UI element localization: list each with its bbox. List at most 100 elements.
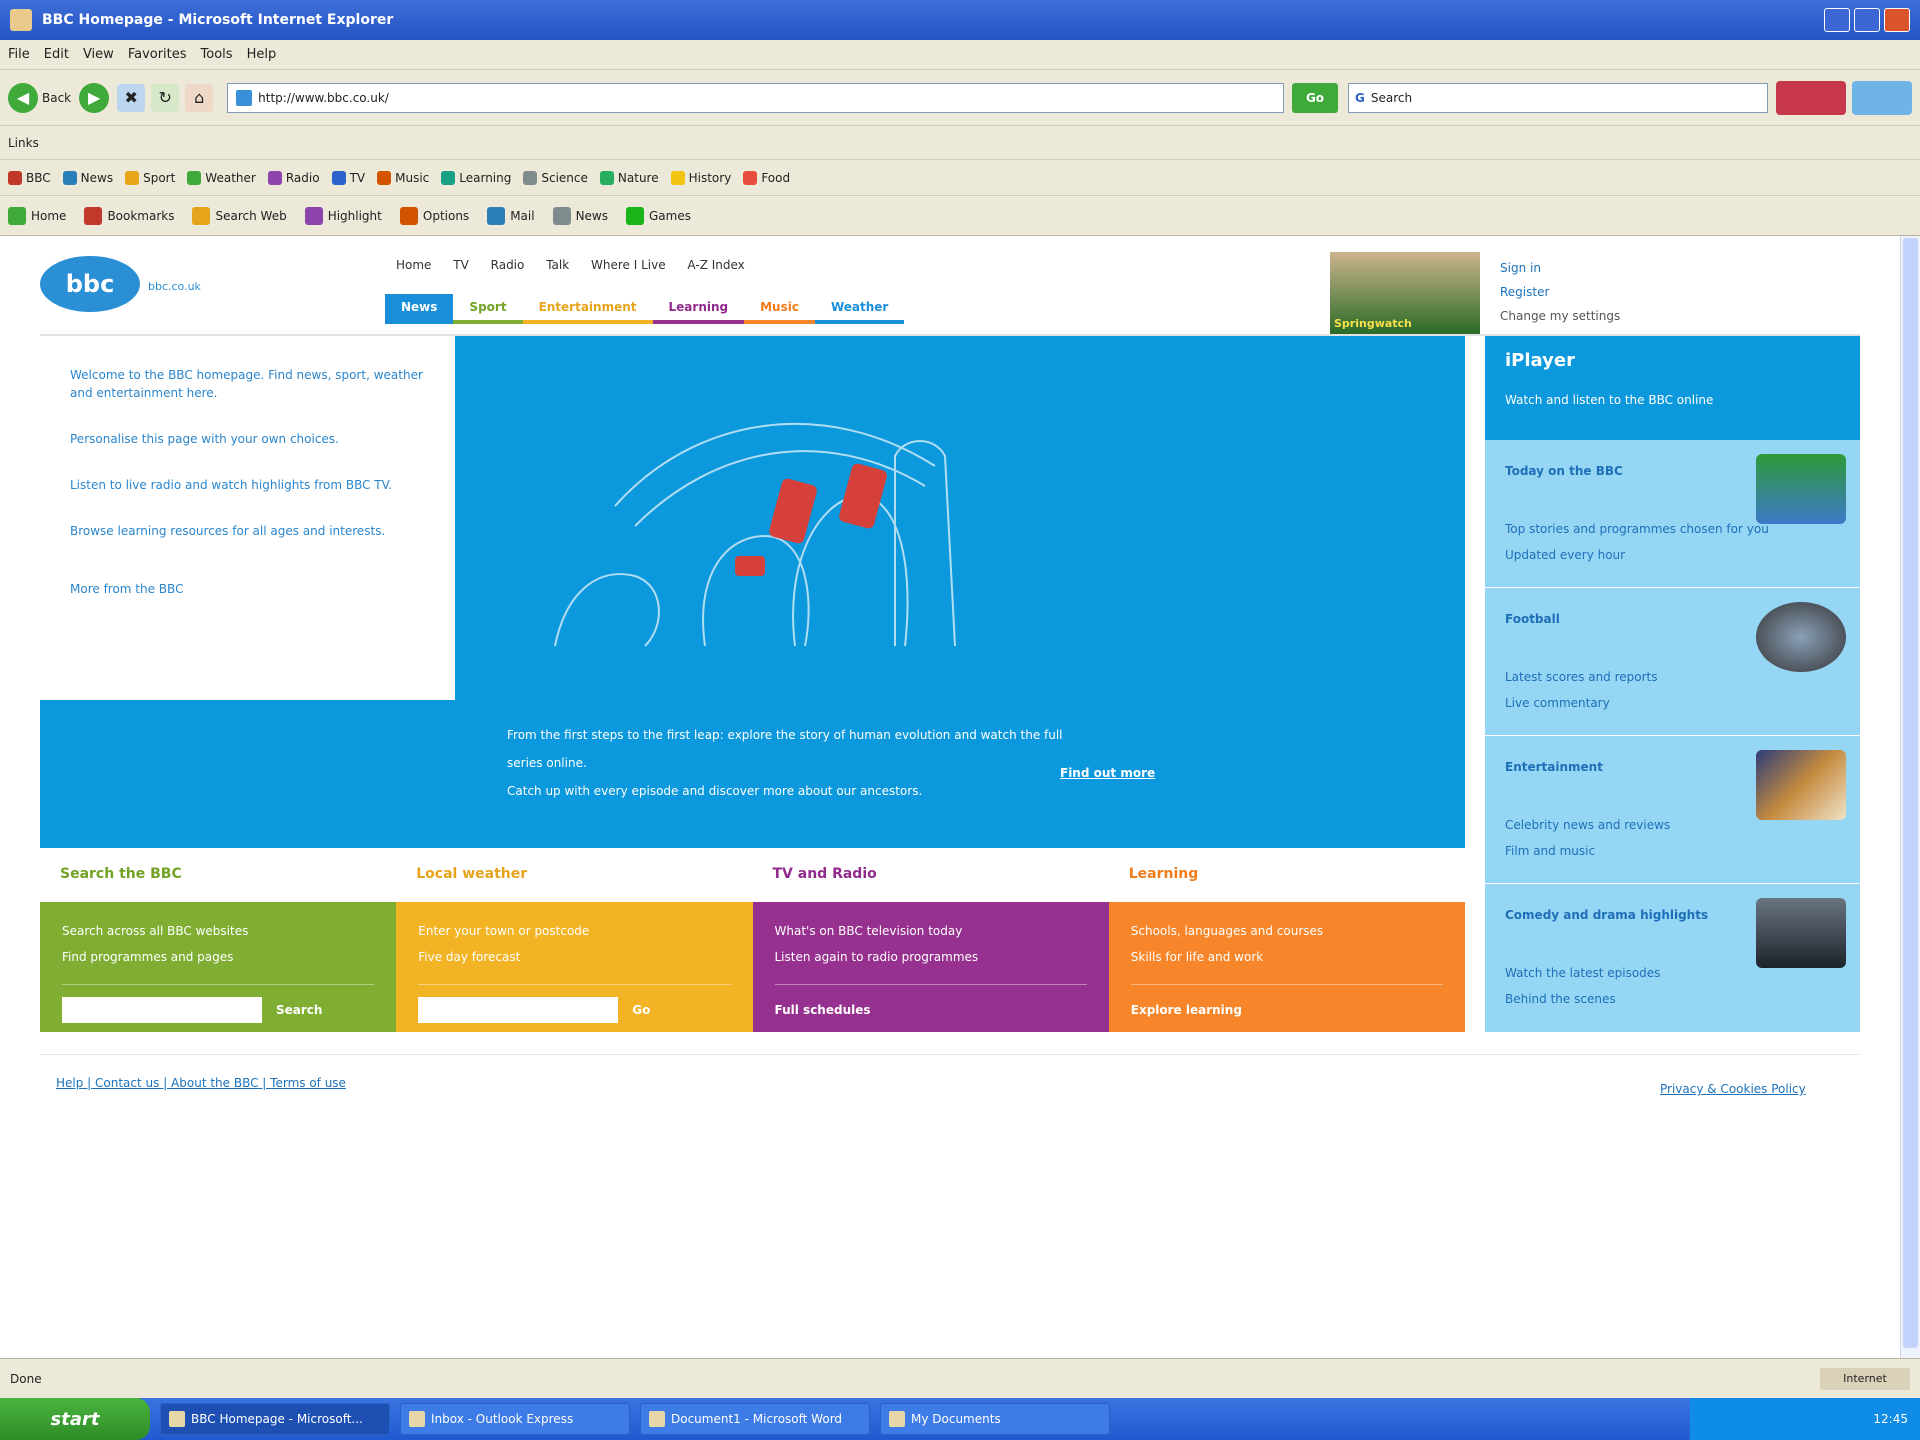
menu-edit[interactable]: Edit (44, 47, 69, 62)
addon-tool[interactable]: Search Web (192, 206, 287, 225)
favorite-item[interactable]: Music (377, 170, 429, 185)
top-link[interactable]: TV (453, 258, 469, 272)
maximize-button[interactable] (1854, 8, 1880, 32)
box-line[interactable]: Enter your town or postcode (418, 918, 730, 944)
menu-favorites[interactable]: Favorites (128, 47, 187, 62)
toolbar-extension-icon[interactable] (1776, 80, 1846, 115)
header-promo[interactable]: Springwatch (1330, 252, 1480, 334)
menu-view[interactable]: View (83, 47, 114, 62)
hero-more-link[interactable]: Find out more (1060, 766, 1155, 780)
clock[interactable]: 12:45 (1873, 1412, 1908, 1426)
box-search-button[interactable]: Search (276, 997, 322, 1023)
addon-tool[interactable]: Options (399, 206, 469, 225)
vertical-scrollbar[interactable] (1900, 236, 1920, 1358)
favorite-item[interactable]: Radio (267, 170, 320, 185)
search-input[interactable]: G Search (1348, 82, 1768, 113)
promo-item[interactable]: Today on the BBC Top stories and program… (1485, 440, 1860, 588)
iplayer-panel[interactable]: iPlayer Watch and listen to the BBC onli… (1485, 336, 1860, 440)
start-button[interactable]: start (0, 1398, 150, 1440)
system-tray: 12:45 (1690, 1398, 1920, 1440)
address-bar[interactable]: http://www.bbc.co.uk/ (227, 82, 1284, 113)
intro-text[interactable]: Personalise this page with your own choi… (70, 430, 425, 448)
favorite-item[interactable]: Sport (125, 170, 175, 185)
register-link[interactable]: Register (1500, 280, 1620, 304)
intro-text[interactable]: Welcome to the BBC homepage. Find news, … (70, 366, 425, 402)
addon-tool[interactable]: Home (8, 206, 66, 225)
refresh-icon[interactable]: ↻ (151, 83, 180, 112)
taskbar-item[interactable]: My Documents (880, 1403, 1110, 1435)
favorite-item[interactable]: Learning (441, 170, 511, 185)
addon-tool[interactable]: Highlight (304, 206, 382, 225)
box-search-input[interactable] (62, 997, 262, 1023)
favorite-item[interactable]: News (62, 170, 113, 185)
addon-tool[interactable]: Mail (487, 206, 535, 225)
intro-text[interactable]: Browse learning resources for all ages a… (70, 522, 425, 540)
home-icon[interactable]: ⌂ (185, 83, 214, 112)
favorite-item[interactable]: History (670, 170, 731, 185)
menu-file[interactable]: File (8, 47, 30, 62)
promo-item[interactable]: Entertainment Celebrity news and reviews… (1485, 736, 1860, 884)
tab-sport[interactable]: Sport (453, 294, 523, 324)
tab-music[interactable]: Music (744, 294, 815, 324)
box-line[interactable]: Listen again to radio programmes (775, 944, 1087, 970)
box-line[interactable]: Search across all BBC websites (62, 918, 374, 944)
back-button[interactable]: ◀ Back (8, 82, 71, 113)
stop-icon[interactable]: ✖ (117, 83, 146, 112)
box-title[interactable]: TV and Radio (752, 848, 1109, 902)
box-line[interactable]: Schools, languages and courses (1131, 918, 1443, 944)
top-link[interactable]: Radio (491, 258, 525, 272)
addon-tool[interactable]: Bookmarks (84, 206, 174, 225)
tab-weather[interactable]: Weather (814, 294, 905, 324)
box-link[interactable]: Full schedules (775, 997, 871, 1023)
taskbar-item[interactable]: Inbox - Outlook Express (400, 1403, 630, 1435)
scrollbar-thumb[interactable] (1903, 238, 1918, 1348)
tab-entertainment[interactable]: Entertainment (522, 294, 653, 324)
top-link[interactable]: A-Z Index (687, 258, 744, 272)
box-line[interactable]: Find programmes and pages (62, 944, 374, 970)
close-button[interactable] (1884, 8, 1910, 32)
menu-help[interactable]: Help (247, 47, 277, 62)
favorite-item[interactable]: Food (743, 170, 790, 185)
box-line[interactable]: Skills for life and work (1131, 944, 1443, 970)
tab-news[interactable]: News (385, 294, 454, 324)
box-title[interactable]: Search the BBC (40, 848, 397, 902)
addon-tool[interactable]: News (552, 206, 608, 225)
top-link[interactable]: Where I Live (591, 258, 666, 272)
box-go-button[interactable]: Go (632, 997, 650, 1023)
minimize-button[interactable] (1824, 8, 1850, 32)
hero-banner[interactable]: From the first steps to the first leap: … (455, 336, 1465, 848)
menu-tools[interactable]: Tools (201, 47, 233, 62)
box-postcode-input[interactable] (418, 997, 619, 1023)
settings-link[interactable]: Change my settings (1500, 304, 1620, 328)
footer-links[interactable]: Help | Contact us | About the BBC | Term… (56, 1076, 346, 1090)
toolbar-messenger-icon[interactable] (1852, 80, 1912, 115)
box-line[interactable]: Five day forecast (418, 944, 730, 970)
links-label[interactable]: Links (8, 136, 39, 150)
taskbar-item[interactable]: Document1 - Microsoft Word (640, 1403, 870, 1435)
intro-text[interactable]: Listen to live radio and watch highlight… (70, 476, 425, 494)
box-title[interactable]: Local weather (396, 848, 753, 902)
favorite-item[interactable]: Nature (599, 170, 659, 185)
intro-more-link[interactable]: More from the BBC (70, 580, 425, 598)
taskbar-item[interactable]: BBC Homepage - Microsoft... (160, 1403, 390, 1435)
favorite-item[interactable]: Weather (187, 170, 256, 185)
favorite-item[interactable]: BBC (8, 170, 51, 185)
promo-label: Springwatch (1334, 317, 1412, 330)
promo-item[interactable]: Football Latest scores and reports Live … (1485, 588, 1860, 736)
box-link[interactable]: Explore learning (1131, 997, 1242, 1023)
addon-tool[interactable]: Games (626, 206, 691, 225)
box-line[interactable]: What's on BBC television today (775, 918, 1087, 944)
top-link[interactable]: Home (396, 258, 431, 272)
sign-in-link[interactable]: Sign in (1500, 256, 1620, 280)
favorite-item[interactable]: TV (331, 170, 365, 185)
box-title[interactable]: Learning (1108, 848, 1465, 902)
task-label: Document1 - Microsoft Word (671, 1412, 843, 1426)
tab-learning[interactable]: Learning (652, 294, 745, 324)
go-button[interactable]: Go (1292, 82, 1338, 113)
favorite-item[interactable]: Science (523, 170, 588, 185)
privacy-link[interactable]: Privacy & Cookies Policy (1660, 1082, 1806, 1096)
forward-button[interactable]: ▶ (79, 82, 110, 113)
site-logo[interactable]: bbc (40, 256, 140, 312)
top-link[interactable]: Talk (546, 258, 569, 272)
promo-item[interactable]: Comedy and drama highlights Watch the la… (1485, 884, 1860, 1032)
